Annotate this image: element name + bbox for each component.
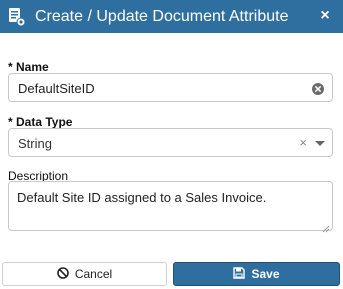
data-type-select[interactable]: String × <box>8 128 333 157</box>
name-label: * Name <box>8 60 49 74</box>
clear-x-icon[interactable]: × <box>299 135 307 150</box>
ban-icon <box>57 266 75 282</box>
dialog-title: Create / Update Document Attribute <box>35 8 289 25</box>
document-gear-icon <box>8 7 26 27</box>
clear-circle-icon[interactable] <box>312 82 324 95</box>
save-label: Save <box>251 267 280 281</box>
cancel-button[interactable]: Cancel <box>2 262 167 286</box>
data-type-value: String <box>18 136 52 151</box>
chevron-down-icon[interactable] <box>315 141 325 146</box>
close-icon[interactable]: × <box>317 6 333 26</box>
save-button[interactable]: Save <box>173 262 340 286</box>
floppy-disk-icon <box>233 266 251 282</box>
data-type-label: * Data Type <box>8 115 73 129</box>
resize-handle-icon[interactable] <box>322 220 330 233</box>
name-field[interactable]: DefaultSiteID <box>8 73 333 102</box>
name-value: DefaultSiteID <box>18 81 95 96</box>
dialog-header: Create / Update Document Attribute × <box>0 0 343 33</box>
description-value: Default Site ID assigned to a Sales Invo… <box>17 190 267 205</box>
cancel-label: Cancel <box>74 267 113 281</box>
description-textarea[interactable]: Default Site ID assigned to a Sales Invo… <box>8 181 333 233</box>
